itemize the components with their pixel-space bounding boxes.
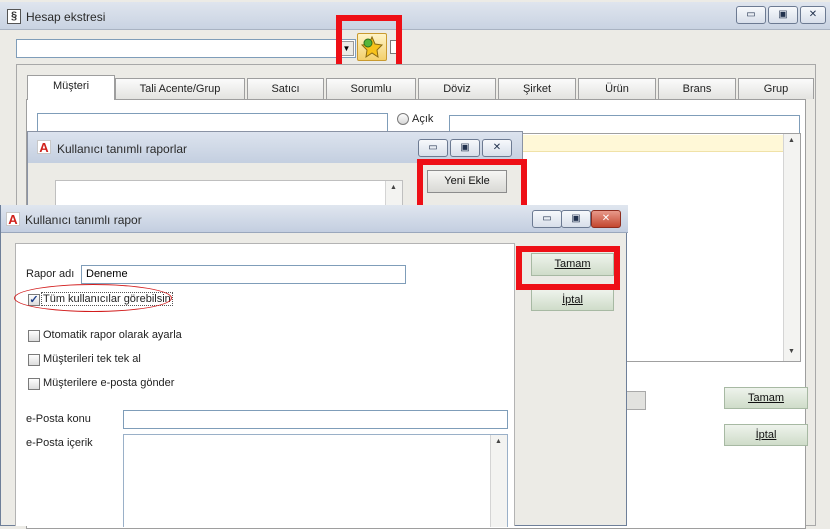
checkbox-send-email-label: Müşterilere e-posta gönder [43, 377, 175, 389]
tab-satici[interactable]: Satıcı [247, 78, 324, 99]
tab-brans[interactable]: Brans [658, 78, 736, 99]
minimize-icon: ▭ [746, 9, 756, 20]
close-button[interactable]: ✕ [800, 6, 826, 24]
tab-sirket[interactable]: Şirket [498, 78, 576, 99]
tab-doviz[interactable]: Döviz [418, 78, 496, 99]
report-name-label: Rapor adı [26, 268, 75, 280]
mid-minimize-button[interactable]: ▭ [418, 139, 448, 157]
report-cancel-button[interactable]: İptal [531, 289, 614, 311]
checkbox-auto-report[interactable] [28, 330, 40, 342]
checkbox-each-customer-label: Müşterileri tek tek al [43, 353, 141, 365]
tab-tali-acente[interactable]: Tali Acente/Grup [115, 78, 245, 99]
app-icon: § [7, 9, 21, 24]
scroll-up-icon[interactable]: ▲ [390, 184, 397, 191]
report-name-input[interactable]: Deneme [81, 265, 406, 284]
email-body-label: e-Posta içerik [26, 437, 93, 449]
main-cancel-button[interactable]: İptal [724, 424, 808, 446]
main-title-bar[interactable]: § Hesap ekstresi ▭ ▣ ✕ [0, 2, 830, 30]
acik-radio[interactable] [397, 113, 409, 125]
acik-radio-label: Açık [412, 113, 434, 125]
customer-search-input[interactable] [37, 113, 388, 132]
list-scrollbar[interactable]: ▲ ▼ [783, 134, 800, 361]
main-window-title: Hesap ekstresi [26, 10, 106, 24]
tab-urun[interactable]: Ürün [578, 78, 656, 99]
checkbox-send-email[interactable] [28, 378, 40, 390]
a-icon: A [37, 140, 51, 155]
mid-maximize-button[interactable]: ▣ [450, 139, 480, 157]
minimize-button[interactable]: ▭ [736, 6, 766, 24]
tab-musteri[interactable]: Müşteri [27, 75, 115, 100]
front-close-button[interactable]: ✕ [591, 210, 621, 228]
minimize-icon: ▭ [542, 213, 552, 224]
tab-sorumlu[interactable]: Sorumlu [326, 78, 416, 99]
minimize-icon: ▭ [428, 142, 438, 153]
a-icon: A [6, 212, 20, 227]
maximize-icon: ▣ [571, 213, 581, 224]
front-title-bar[interactable]: A Kullanıcı tanımlı rapor ▭ ▣ ✕ [1, 205, 628, 233]
tab-grup[interactable]: Grup [738, 78, 814, 99]
scroll-up-icon[interactable]: ▲ [788, 137, 795, 144]
close-icon: ✕ [808, 9, 818, 20]
front-dialog-title: Kullanıcı tanımlı rapor [25, 213, 142, 227]
front-minimize-button[interactable]: ▭ [532, 210, 562, 228]
report-combo[interactable]: ▼ [16, 39, 356, 58]
front-maximize-button[interactable]: ▣ [561, 210, 591, 228]
email-subject-input[interactable] [123, 410, 508, 429]
mid-close-button[interactable]: ✕ [482, 139, 512, 157]
highlight-ok-button [516, 246, 620, 290]
checkbox-each-customer[interactable] [28, 354, 40, 366]
checkbox-auto-report-label: Otomatik rapor olarak ayarla [43, 329, 182, 341]
highlight-all-users-checkbox [14, 284, 172, 312]
email-body-textarea[interactable]: ▲ [123, 434, 508, 527]
maximize-icon: ▣ [778, 9, 788, 20]
scroll-up-icon[interactable]: ▲ [495, 438, 502, 445]
mid-dialog-title: Kullanıcı tanımlı raporlar [57, 142, 188, 156]
email-subject-label: e-Posta konu [26, 413, 91, 425]
email-body-scrollbar[interactable]: ▲ [490, 435, 507, 527]
maximize-button[interactable]: ▣ [768, 6, 798, 24]
maximize-icon: ▣ [460, 142, 470, 153]
main-ok-button[interactable]: Tamam [724, 387, 808, 409]
list-item[interactable] [522, 135, 783, 152]
close-icon: ✕ [601, 213, 611, 224]
close-icon: ✕ [492, 142, 502, 153]
scroll-down-icon[interactable]: ▼ [788, 348, 795, 355]
